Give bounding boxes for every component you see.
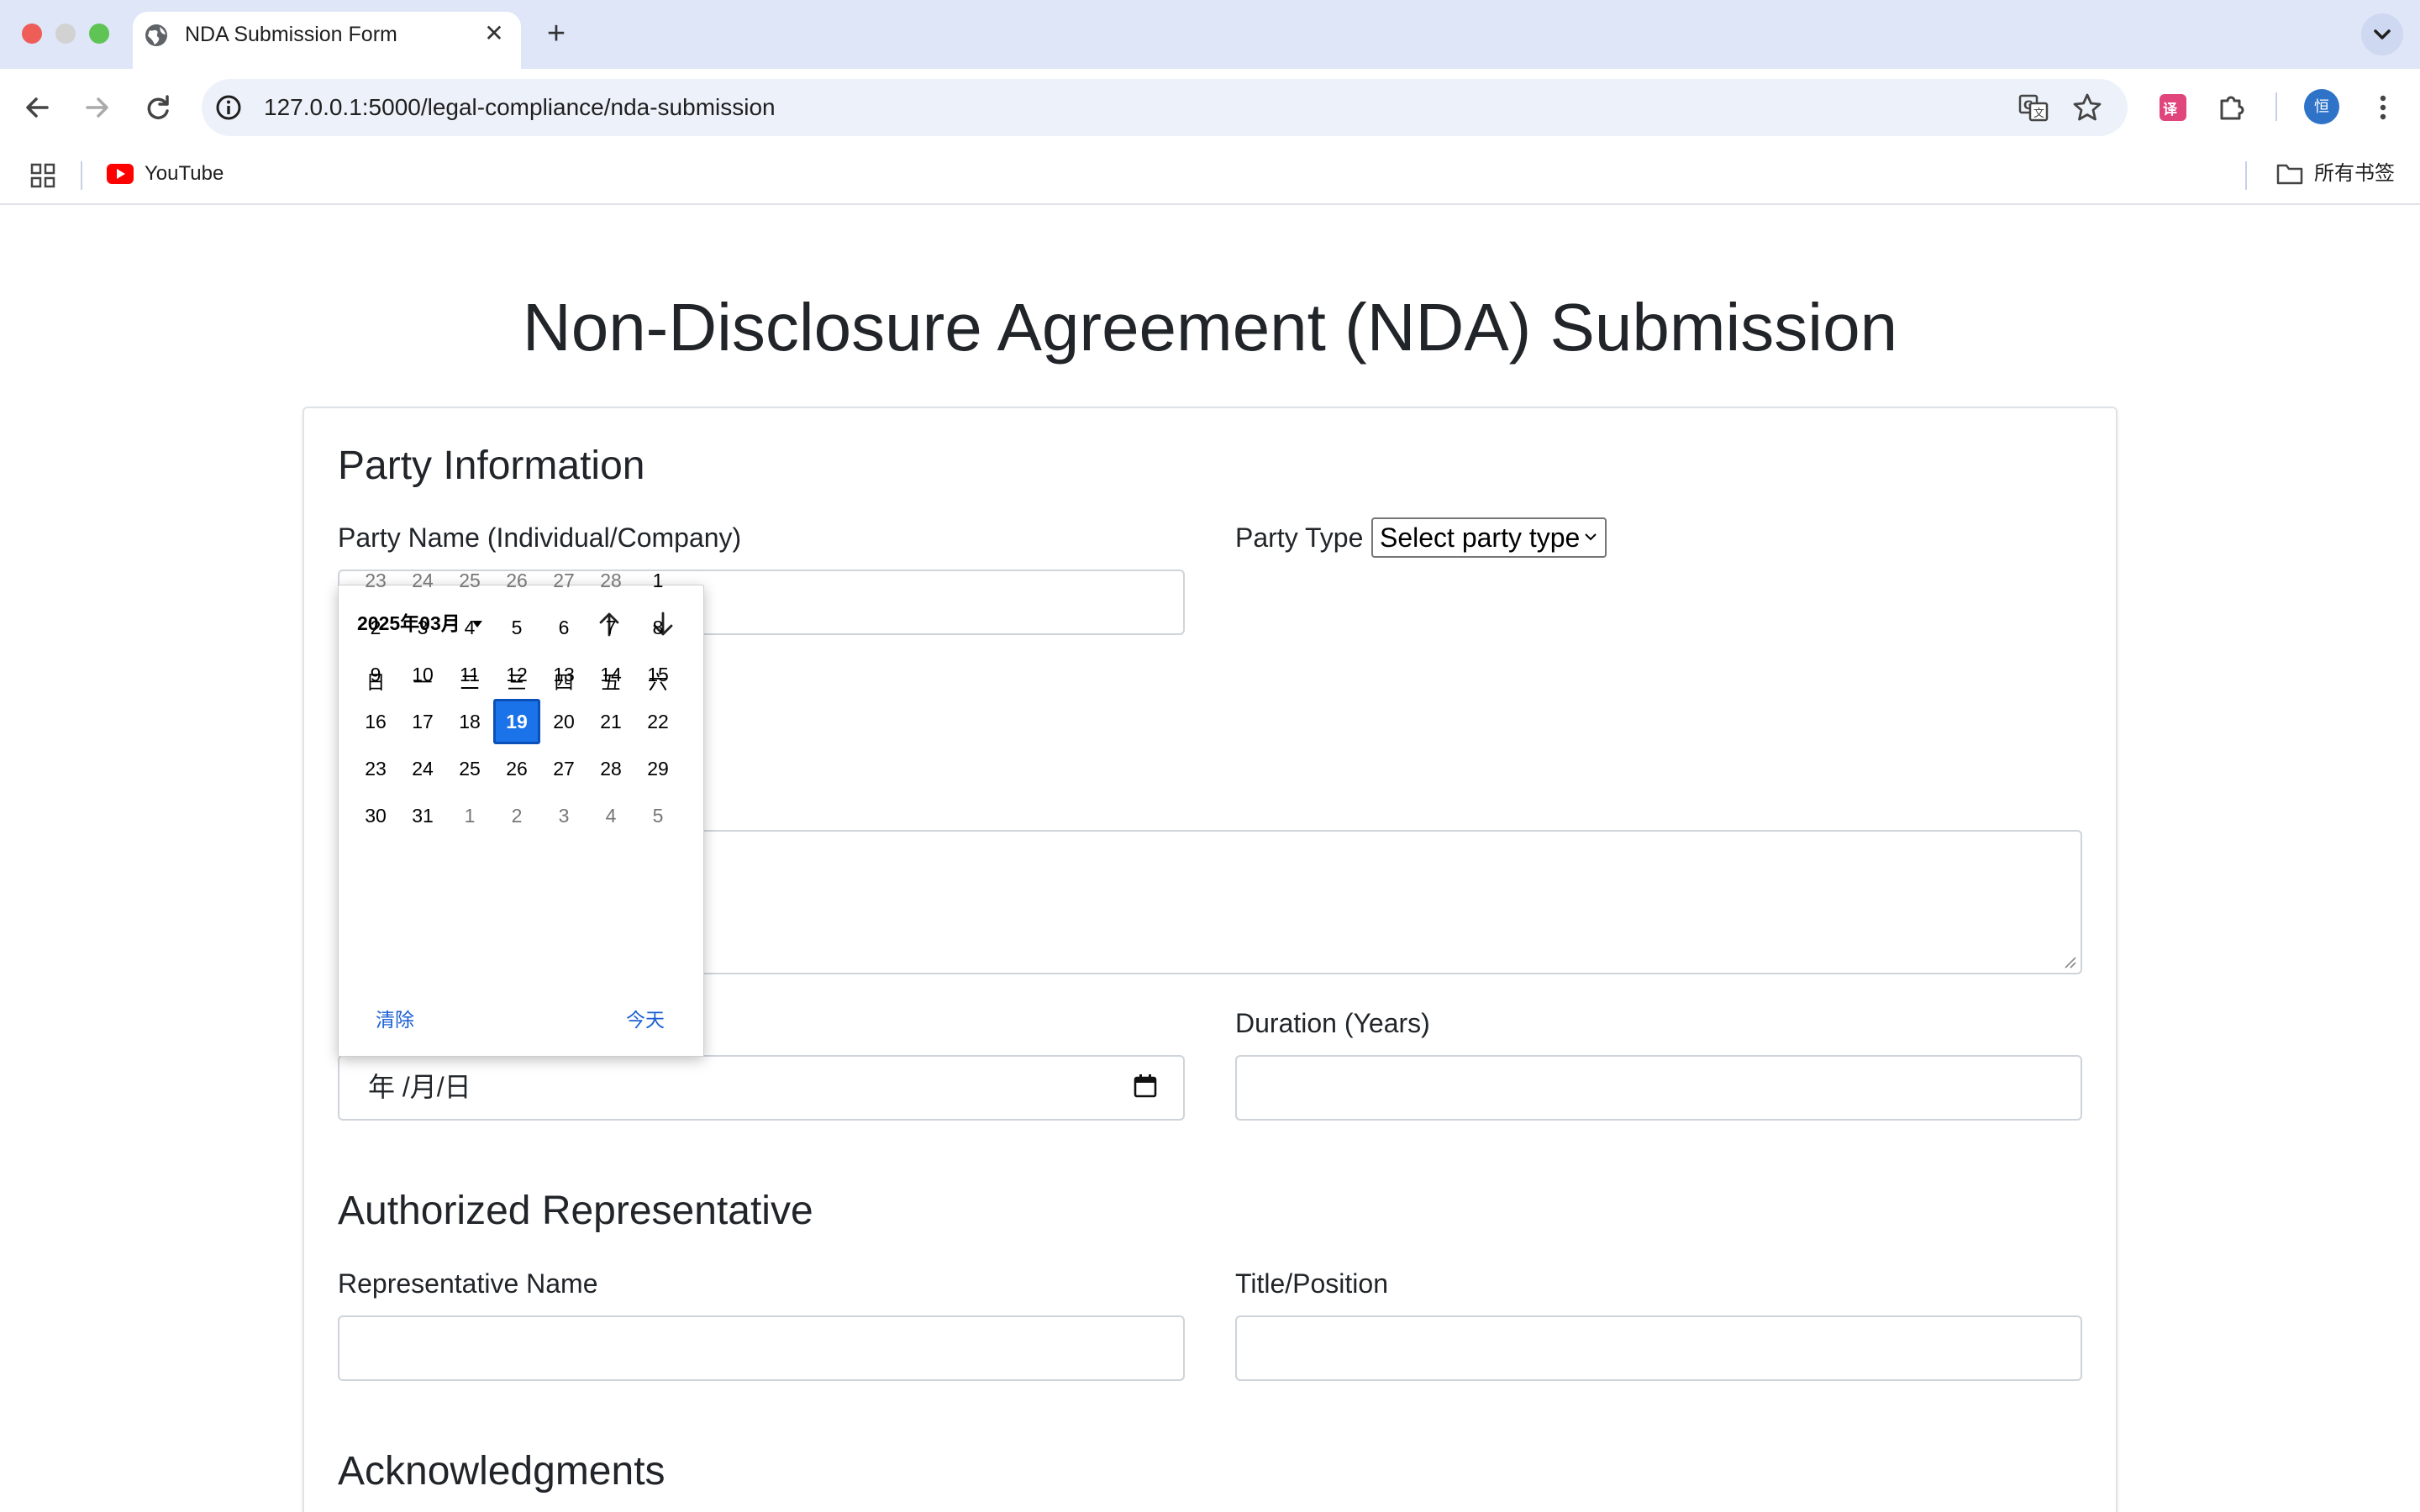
duration-input[interactable] (1235, 1055, 2082, 1121)
bookmarks-bar (0, 146, 2420, 205)
globe-icon (145, 24, 167, 46)
all-bookmarks-button[interactable]: 所有书签 (2314, 161, 2395, 186)
minimize-window-button[interactable] (55, 24, 76, 44)
title-position-input[interactable] (1235, 1315, 2082, 1381)
resize-grip-icon[interactable] (2062, 954, 2077, 969)
today-button[interactable]: 今天 (626, 1007, 665, 1032)
translator-extension-icon[interactable]: 译 (2153, 87, 2193, 128)
party-type-select[interactable]: Select party type (1371, 517, 1607, 558)
calendar-day[interactable]: 3 (399, 605, 446, 650)
calendar-day[interactable]: 2 (493, 793, 540, 838)
calendar-day[interactable]: 8 (634, 605, 681, 650)
bookmarks-divider-right (2245, 161, 2247, 190)
calendar-day[interactable]: 31 (399, 793, 446, 838)
section-title-acknowledgments: Acknowledgments (338, 1449, 666, 1494)
calendar-day[interactable]: 10 (399, 652, 446, 697)
calendar-day[interactable]: 28 (587, 746, 634, 791)
calendar-day[interactable]: 25 (446, 746, 493, 791)
youtube-icon[interactable] (106, 163, 134, 185)
calendar-day[interactable]: 4 (587, 793, 634, 838)
effective-date-placeholder: 年 /月/日 (368, 1072, 471, 1102)
tab-search-button[interactable] (2361, 13, 2403, 55)
calendar-day[interactable]: 23 (352, 746, 399, 791)
maximize-window-button[interactable] (89, 24, 109, 44)
representative-name-label: Representative Name (338, 1268, 598, 1299)
calendar-day[interactable]: 29 (634, 746, 681, 791)
calendar-day[interactable]: 20 (540, 699, 587, 744)
calendar-day[interactable]: 15 (634, 652, 681, 697)
section-title-party-information: Party Information (338, 444, 645, 488)
calendar-day[interactable]: 14 (587, 652, 634, 697)
extensions-puzzle-icon[interactable] (2212, 87, 2252, 128)
calendar-day[interactable]: 18 (446, 699, 493, 744)
calendar-day[interactable]: 9 (352, 652, 399, 697)
calendar-day[interactable]: 22 (634, 699, 681, 744)
chevron-down-icon (2374, 29, 2391, 39)
calendar-day[interactable]: 1 (446, 793, 493, 838)
bookmark-star-icon[interactable] (2069, 89, 2106, 126)
calendar-day[interactable]: 16 (352, 699, 399, 744)
new-tab-button[interactable]: + (539, 15, 573, 52)
page-title: Non-Disclosure Agreement (NDA) Submissio… (522, 290, 1898, 365)
section-title-authorized-representative: Authorized Representative (338, 1189, 813, 1233)
calendar-day[interactable]: 27 (540, 558, 587, 603)
calendar-icon[interactable] (1131, 1072, 1160, 1100)
calendar-day[interactable]: 21 (587, 699, 634, 744)
party-type-label: Party Type (1235, 522, 1364, 553)
reload-icon[interactable] (138, 87, 178, 128)
apps-grid-icon[interactable] (29, 161, 57, 190)
calendar-day[interactable]: 7 (587, 605, 634, 650)
calendar-day[interactable]: 30 (352, 793, 399, 838)
url-text[interactable]: 127.0.0.1:5000/legal-compliance/nda-subm… (264, 93, 776, 122)
date-picker-popup: 2025年03月 日一二三四五六 23 24 25 26 27 28 1 2 3 4 5 6 7 8 9 10… (338, 570, 704, 1057)
svg-text:译: 译 (2163, 102, 2178, 118)
close-tab-icon[interactable]: ✕ (481, 20, 508, 47)
title-position-label: Title/Position (1235, 1268, 1388, 1299)
calendar-day[interactable]: 4 (446, 605, 493, 650)
party-name-label: Party Name (Individual/Company) (338, 522, 742, 553)
calendar-day[interactable]: 25 (446, 558, 493, 603)
calendar-day[interactable]: 12 (493, 652, 540, 697)
calendar-day[interactable]: 13 (540, 652, 587, 697)
calendar-day[interactable]: 27 (540, 746, 587, 791)
calendar-day[interactable]: 28 (587, 558, 634, 603)
calendar-day[interactable]: 1 (634, 558, 681, 603)
duration-label: Duration (Years) (1235, 1008, 1430, 1038)
bookmark-youtube[interactable]: YouTube (145, 161, 224, 186)
tab-title: NDA Submission Form (185, 23, 397, 46)
bookmarks-divider (81, 161, 82, 190)
calendar-day[interactable]: 5 (493, 605, 540, 650)
calendar-day[interactable]: 11 (446, 652, 493, 697)
clear-date-button[interactable]: 清除 (376, 1007, 414, 1032)
profile-avatar[interactable]: 恒 (2304, 89, 2339, 124)
svg-text:文: 文 (2033, 108, 2044, 120)
representative-name-input[interactable] (338, 1315, 1185, 1381)
calendar-day[interactable]: 24 (399, 746, 446, 791)
party-type-selected-value: Select party type (1380, 522, 1581, 553)
calendar-day[interactable]: 24 (399, 558, 446, 603)
chevron-down-icon (1585, 533, 1597, 541)
forward-arrow-icon[interactable] (77, 87, 118, 128)
toolbar-divider (2275, 92, 2277, 121)
calendar-day[interactable]: 26 (493, 746, 540, 791)
back-arrow-icon[interactable] (17, 87, 57, 128)
close-window-button[interactable] (22, 24, 42, 44)
calendar-day[interactable]: 26 (493, 558, 540, 603)
calendar-day-selected[interactable]: 19 (493, 699, 540, 744)
calendar-day[interactable]: 3 (540, 793, 587, 838)
translate-icon[interactable]: G 文 (2015, 89, 2052, 126)
more-menu-icon[interactable] (2363, 87, 2403, 128)
site-info-icon[interactable] (213, 92, 244, 123)
calendar-day[interactable]: 17 (399, 699, 446, 744)
calendar-day[interactable]: 6 (540, 605, 587, 650)
calendar-day[interactable]: 5 (634, 793, 681, 838)
calendar-day[interactable]: 23 (352, 558, 399, 603)
calendar-day[interactable]: 2 (352, 605, 399, 650)
folder-icon (2276, 164, 2303, 185)
